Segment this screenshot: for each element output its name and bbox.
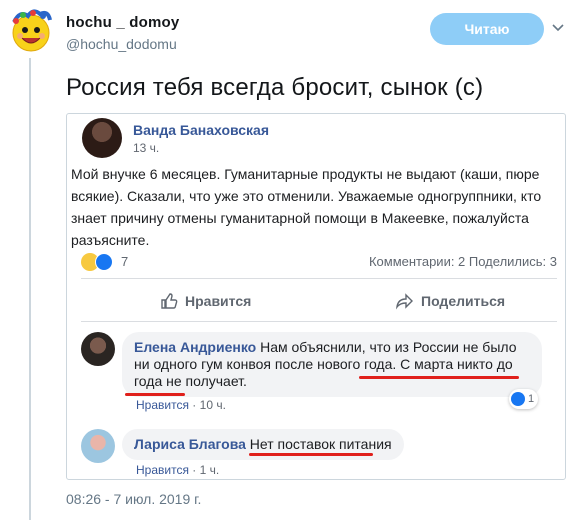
comment-time: 10 ч. <box>199 398 226 412</box>
like-reaction-icon <box>95 253 113 271</box>
avatar <box>81 429 115 463</box>
follow-button[interactable]: Читаю <box>430 13 544 45</box>
display-name[interactable]: hochu _ domoy <box>66 14 179 31</box>
like-label: Нравится <box>185 293 252 309</box>
avatar <box>81 332 115 366</box>
reactions-row: 7 Комментарии: 2 Поделились: 3 <box>81 253 557 273</box>
thumbs-up-icon <box>161 293 178 309</box>
comment: Елена Андриенко Нам объяснили, что из Ро… <box>81 332 551 414</box>
avatar[interactable] <box>8 8 54 54</box>
comment-meta: Нравится · 10 ч. <box>136 398 226 412</box>
post-text: Мой внучке 6 месяцев. Гуманитарные проду… <box>71 166 542 248</box>
divider <box>81 321 557 322</box>
tweet-text: Россия тебя всегда бросит, сынок (с) <box>66 74 484 101</box>
share-label: Поделиться <box>421 293 506 309</box>
share-icon <box>395 293 413 310</box>
comment-like-link: Нравится <box>136 398 189 412</box>
post-stats: Комментарии: 2 Поделились: 3 <box>368 254 557 269</box>
facebook-screenshot[interactable]: Ванда Банаховская 13 ч. Мой внучке 6 мес… <box>66 113 566 480</box>
highlight-underline <box>249 453 373 456</box>
avatar <box>82 118 122 158</box>
comment-reactions-count: 1 <box>528 393 535 405</box>
comment-author: Лариса Благова <box>134 436 246 452</box>
highlight-underline <box>125 393 185 396</box>
reactions-count: 7 <box>121 254 129 269</box>
highlight-underline <box>359 376 519 379</box>
divider <box>81 278 557 279</box>
comment-author: Елена Андриенко <box>134 339 257 355</box>
emoji-avatar-icon <box>12 9 52 52</box>
user-handle[interactable]: @hochu_dodomu <box>66 36 177 52</box>
chevron-down-icon[interactable] <box>551 21 565 35</box>
comment-meta: Нравится · 1 ч. <box>136 463 220 477</box>
comment-time: 1 ч. <box>199 463 220 477</box>
thread-line <box>29 58 31 520</box>
comment-reactions: 1 <box>509 389 539 409</box>
tweet-header: hochu _ domoy @hochu_dodomu Читаю <box>8 8 568 56</box>
like-action: Нравится <box>159 291 251 311</box>
comment-text: Нет поставок питания <box>249 436 392 452</box>
comment-bubble: Елена Андриенко Нам объяснили, что из Ро… <box>122 332 542 397</box>
comment-like-link: Нравится <box>136 463 189 477</box>
share-action: Поделиться <box>395 291 505 311</box>
post-time: 13 ч. <box>133 141 160 155</box>
tweet-date[interactable]: 08:26 - 7 июл. 2019 г. <box>66 491 201 507</box>
like-reaction-icon <box>511 392 525 406</box>
post-author: Ванда Банаховская <box>133 122 270 138</box>
